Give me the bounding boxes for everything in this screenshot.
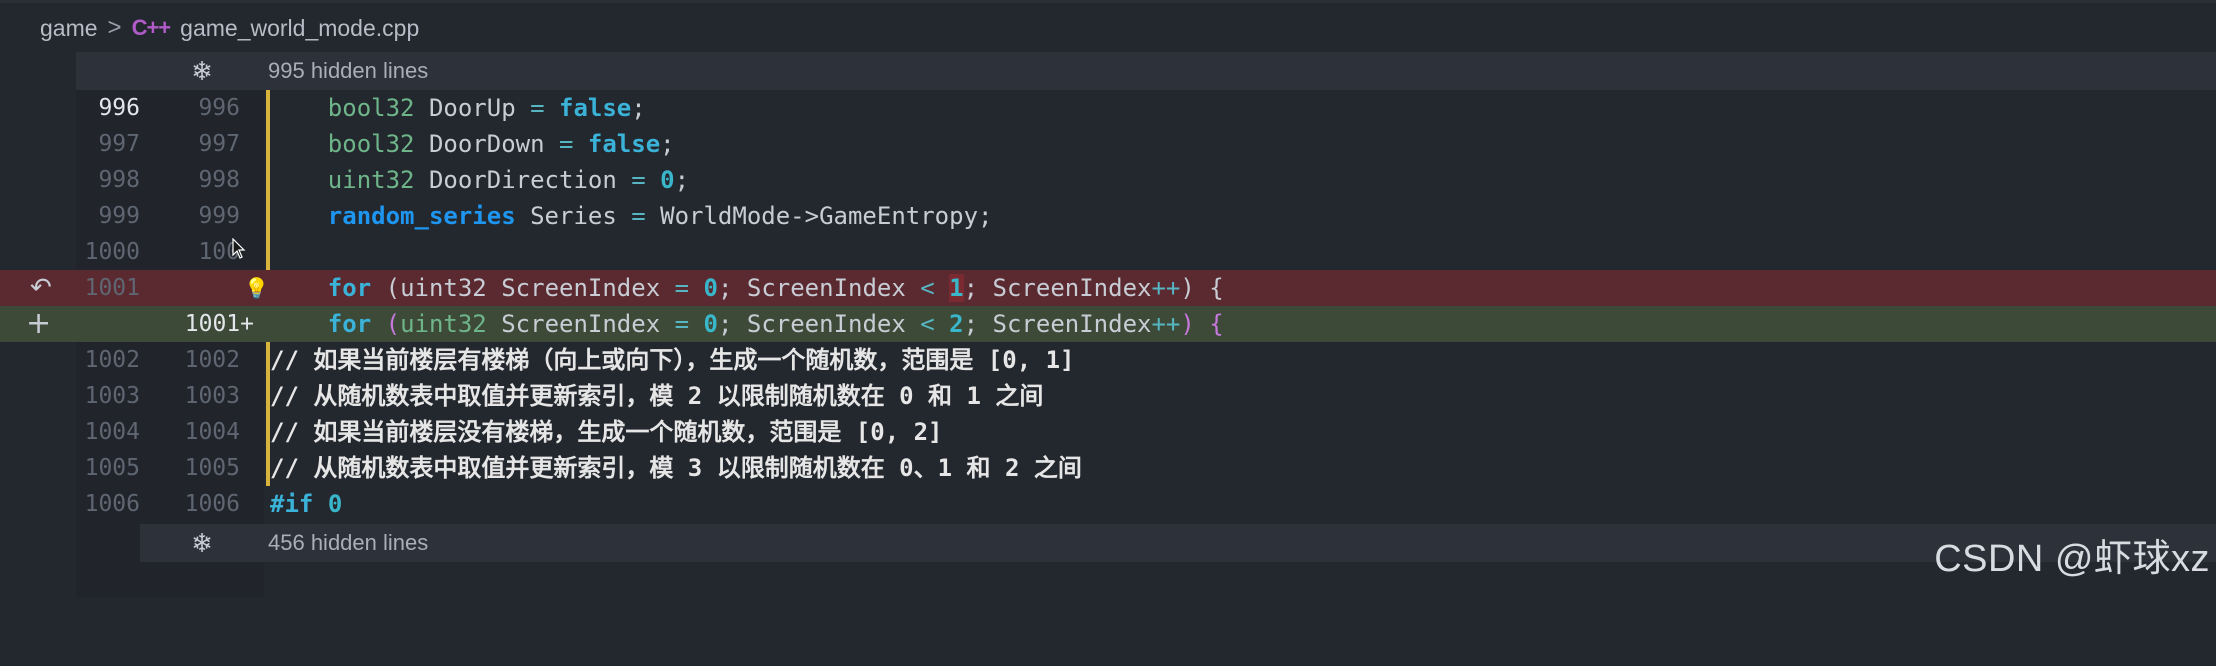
unfold-icon[interactable]: ❄ bbox=[188, 56, 216, 87]
line-number-original: 1002 bbox=[84, 347, 140, 373]
code-text: #if 0 bbox=[270, 490, 343, 518]
hidden-lines-label: 995 hidden lines bbox=[268, 58, 429, 83]
code-line[interactable]: 999 999 random_series Series = WorldMode… bbox=[0, 198, 2216, 234]
deleted-line[interactable]: ↶ 1001 💡 for (uint32 ScreenIndex = 0; Sc… bbox=[0, 270, 2216, 306]
line-number-original: 1006 bbox=[84, 491, 140, 517]
code-line[interactable]: 1005 1005 // 从随机数表中取值并更新索引，模 3 以限制随机数在 0… bbox=[0, 450, 2216, 486]
mouse-pointer-icon bbox=[232, 238, 246, 259]
line-number-original: 1000 bbox=[84, 239, 140, 265]
code-text: for (uint32 ScreenIndex = 0; ScreenIndex… bbox=[327, 310, 1224, 338]
breadcrumb: game > C++ game_world_mode.cpp bbox=[40, 10, 419, 46]
line-number-original: 1005 bbox=[84, 455, 140, 481]
code-line[interactable]: 1003 1003 // 从随机数表中取值并更新索引，模 2 以限制随机数在 0… bbox=[0, 378, 2216, 414]
code-text: uint32 DoorDirection = 0; bbox=[327, 166, 690, 194]
added-line[interactable]: + 1001+ for (uint32 ScreenIndex = 0; Scr… bbox=[0, 306, 2216, 342]
line-number-modified: 997 bbox=[198, 131, 240, 157]
top-border bbox=[0, 0, 2216, 3]
breadcrumb-folder[interactable]: game bbox=[40, 15, 98, 42]
code-text: bool32 DoorUp = false; bbox=[327, 94, 646, 122]
hidden-lines-label: 456 hidden lines bbox=[268, 530, 429, 555]
line-number-modified: 1003 bbox=[184, 383, 240, 409]
hidden-lines-top[interactable]: ❄ 995 hidden lines bbox=[76, 52, 2216, 90]
line-number-original: 998 bbox=[98, 167, 140, 193]
watermark: CSDN @虾球xz bbox=[1934, 538, 2210, 580]
line-number-modified: 1004 bbox=[184, 419, 240, 445]
line-number-original: 1004 bbox=[84, 419, 140, 445]
line-number-modified: 999 bbox=[198, 203, 240, 229]
comment-text: // 从随机数表中取值并更新索引，模 3 以限制随机数在 0、1 和 2 之间 bbox=[270, 454, 1082, 482]
code-line[interactable]: 997 997 bool32 DoorDown = false; bbox=[0, 126, 2216, 162]
code-text: bool32 DoorDown = false; bbox=[327, 130, 675, 158]
line-number-modified: 998 bbox=[198, 167, 240, 193]
line-number-modified: 100 bbox=[198, 239, 240, 265]
line-number-modified: 1001+ bbox=[184, 311, 254, 337]
line-number-modified: 1006 bbox=[184, 491, 240, 517]
code-line[interactable]: 1000 100 bbox=[0, 234, 2216, 270]
revert-icon[interactable]: ↶ bbox=[30, 270, 52, 306]
diff-editor[interactable]: ❄ 995 hidden lines 996 996 bool32 DoorUp… bbox=[0, 52, 2216, 598]
lightbulb-icon[interactable]: 💡 bbox=[244, 276, 269, 300]
comment-text: // 如果当前楼层有楼梯（向上或向下），生成一个随机数，范围是 [0, 1] bbox=[270, 346, 1075, 374]
line-number-original: 1003 bbox=[84, 383, 140, 409]
line-number-original: 997 bbox=[98, 131, 140, 157]
cpp-file-icon: C++ bbox=[131, 15, 172, 40]
code-text: random_series Series = WorldMode->GameEn… bbox=[327, 202, 993, 230]
add-icon[interactable]: + bbox=[26, 306, 51, 342]
code-line[interactable]: 1004 1004 // 如果当前楼层没有楼梯，生成一个随机数，范围是 [0, … bbox=[0, 414, 2216, 450]
code-line[interactable]: 998 998 uint32 DoorDirection = 0; bbox=[0, 162, 2216, 198]
change-marker bbox=[266, 234, 270, 270]
comment-text: // 从随机数表中取值并更新索引，模 2 以限制随机数在 0 和 1 之间 bbox=[270, 382, 1044, 410]
code-line[interactable]: 996 996 bool32 DoorUp = false; bbox=[0, 90, 2216, 126]
line-number-original: 999 bbox=[98, 203, 140, 229]
code-line[interactable]: 1002 1002 // 如果当前楼层有楼梯（向上或向下），生成一个随机数，范围… bbox=[0, 342, 2216, 378]
breadcrumb-file[interactable]: game_world_mode.cpp bbox=[180, 15, 419, 42]
line-number-original: 996 bbox=[98, 95, 140, 121]
comment-text: // 如果当前楼层没有楼梯，生成一个随机数，范围是 [0, 2] bbox=[270, 418, 943, 446]
unfold-icon[interactable]: ❄ bbox=[188, 528, 216, 559]
hidden-lines-bottom[interactable]: ❄ 456 hidden lines bbox=[140, 524, 2216, 562]
code-line[interactable]: 1006 1006 #if 0 bbox=[0, 486, 2216, 522]
code-text: for (uint32 ScreenIndex = 0; ScreenIndex… bbox=[327, 274, 1224, 302]
line-number-original: 1001 bbox=[84, 275, 140, 301]
line-number-modified: 1002 bbox=[184, 347, 240, 373]
line-number-modified: 1005 bbox=[184, 455, 240, 481]
chevron-right-icon: > bbox=[107, 14, 122, 41]
line-number-modified: 996 bbox=[198, 95, 240, 121]
